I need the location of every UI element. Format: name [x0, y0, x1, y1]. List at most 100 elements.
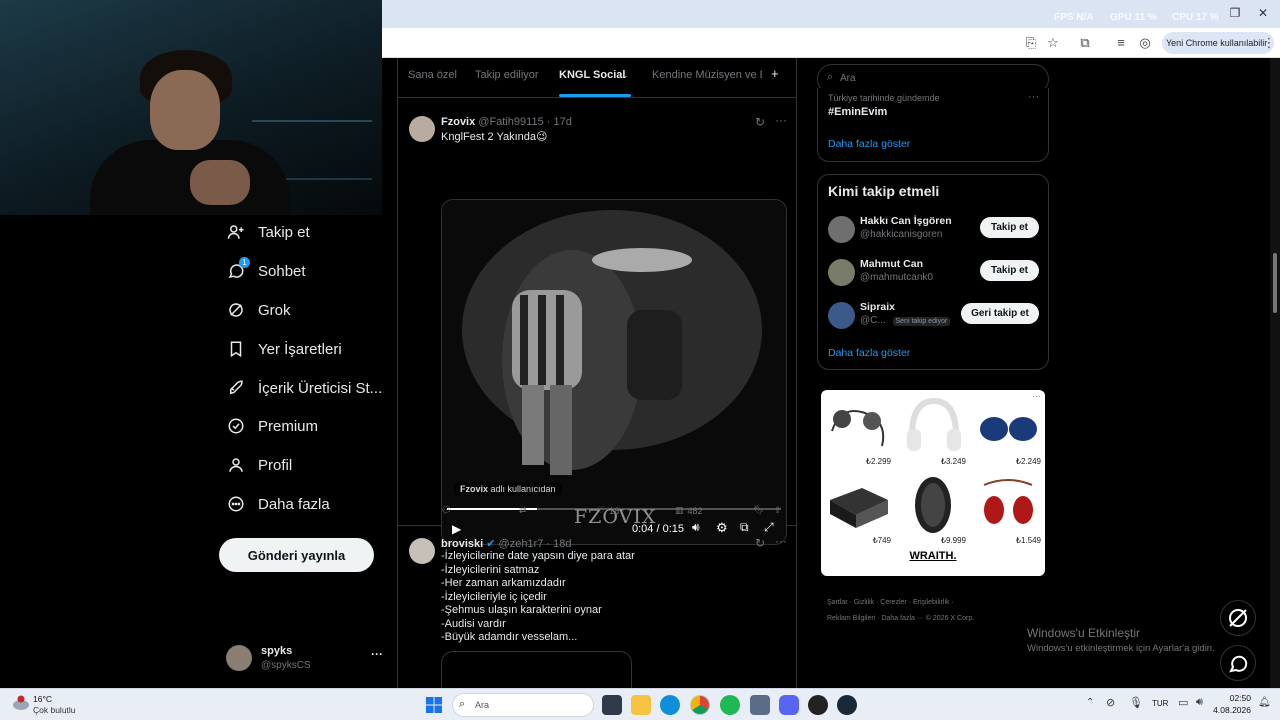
nav-item-creator-studio[interactable]: İçerik Üreticisi St...	[226, 373, 382, 403]
post-button[interactable]: Gönderi yayınla	[219, 538, 374, 572]
tab-musicians[interactable]: Kendine Müzisyen ve Ba	[652, 69, 762, 81]
language-indicator[interactable]: TUR	[1152, 699, 1168, 708]
clock-date[interactable]: 4.08.2026	[1205, 705, 1251, 715]
video-player[interactable]: Fzovix adlı kullanıcıdan FZOVIX ▶ 0:04 /…	[441, 199, 787, 545]
tab-following[interactable]: Takip ediliyor	[475, 69, 539, 81]
page-scrollbar[interactable]	[1270, 58, 1280, 688]
weather-desc[interactable]: Çok bulutlu	[33, 705, 76, 715]
messages-float-button[interactable]	[1220, 645, 1256, 681]
follow-back-button[interactable]: Geri takip et	[961, 303, 1039, 324]
post-text: KnglFest 2 Yakında😉	[441, 131, 548, 143]
monitor-icon[interactable]: ▭	[1178, 696, 1188, 709]
chrome-update-pill[interactable]: Yeni Chrome kullanılabilir	[1162, 32, 1274, 54]
weather-temp[interactable]: 16°C	[33, 694, 52, 704]
post-handle[interactable]: @zeh1r7	[499, 538, 544, 550]
post-media[interactable]	[441, 651, 632, 688]
post-author[interactable]: broviski	[441, 538, 483, 550]
post-author[interactable]: Fzovix	[441, 116, 475, 128]
search-placeholder[interactable]: Ara	[840, 73, 856, 84]
clock-time[interactable]: 02:50	[1215, 693, 1251, 703]
cast-icon[interactable]: ⎘	[1022, 34, 1040, 52]
extensions-icon[interactable]: ⧉	[1076, 34, 1094, 52]
suggestion-name[interactable]: Sipraix	[860, 301, 895, 313]
more-icon[interactable]: ···	[1028, 91, 1039, 103]
trend-tag[interactable]: #EminEvim	[828, 106, 887, 118]
more-icon[interactable]: ···	[1032, 391, 1041, 401]
taskbar-search[interactable]: ⌕ Ara	[452, 693, 594, 717]
chrome-menu-icon[interactable]: ⋮	[1260, 34, 1278, 52]
add-tab-icon[interactable]: +	[771, 66, 779, 81]
post[interactable]: Fzovix @Fatih99115 · 17d ↻ ··· KnglFest …	[398, 106, 796, 545]
tab-kngl-social[interactable]: KNGL Social	[559, 69, 625, 81]
task-view-icon[interactable]	[602, 695, 622, 715]
notification-icon[interactable]: 🔔︎	[1258, 697, 1271, 708]
star-icon[interactable]: ☆	[1044, 34, 1062, 52]
reply-button[interactable]: 💬︎	[441, 505, 452, 516]
tab-for-you[interactable]: Sana özel	[408, 69, 457, 81]
mic-icon[interactable]: 🎙︎	[1129, 696, 1143, 709]
account-switcher[interactable]: spyks @spyksCS ···	[226, 643, 386, 675]
nav-item-more[interactable]: Daha fazla	[226, 489, 330, 519]
grok-icon[interactable]: ↻	[755, 115, 765, 129]
spotify-icon[interactable]	[720, 695, 740, 715]
ad-product[interactable]: ₺1.549	[972, 470, 1045, 548]
settings-app-icon[interactable]	[750, 695, 770, 715]
suggestion-name[interactable]: Hakkı Can İşgören	[860, 215, 952, 227]
steam-icon[interactable]	[837, 695, 857, 715]
bookmark-button[interactable]: 🔖︎	[753, 505, 764, 516]
app-icon[interactable]	[808, 695, 828, 715]
nav-label-profile: Profil	[258, 456, 293, 474]
nav-item-bookmarks[interactable]: Yer İşaretleri	[226, 334, 342, 364]
post[interactable]: broviski ✔ @zeh1r7 · 18d ↻ ··· -İzleyici…	[398, 528, 796, 688]
ad-product[interactable]: ₺3.249	[897, 391, 970, 469]
post-time[interactable]: · 17d	[547, 116, 572, 128]
grok-float-button[interactable]	[1220, 600, 1256, 636]
more-icon[interactable]: ···	[775, 113, 787, 127]
ad-product[interactable]: ₺2.299	[822, 391, 895, 469]
nav-label-premium: Premium	[258, 417, 319, 435]
nav-item-grok[interactable]: Grok	[226, 295, 291, 325]
footer-links[interactable]: Şartlar · Gizlilik · Çerezler · Erişileb…	[827, 599, 954, 606]
like-button[interactable]: ♡ 18	[597, 505, 619, 516]
more-icon[interactable]: ···	[371, 647, 383, 661]
close-icon[interactable]: ✕	[1256, 6, 1270, 20]
network-icon[interactable]: ⊘	[1106, 696, 1115, 709]
weather-icon[interactable]	[12, 695, 30, 710]
ad-product[interactable]: ₺749	[822, 470, 895, 548]
post-handle[interactable]: @Fatih99115	[478, 116, 543, 128]
scrollbar-thumb[interactable]	[1273, 253, 1277, 313]
repost-button[interactable]: ⇄	[519, 505, 527, 516]
show-more-follow[interactable]: Daha fazla göster	[828, 347, 910, 359]
profile-icon[interactable]: ◎	[1136, 34, 1154, 52]
windows-start-icon[interactable]	[425, 696, 443, 714]
nav-item-chat[interactable]: 1 Sohbet	[226, 256, 306, 286]
nav-item-follow[interactable]: Takip et	[226, 217, 310, 247]
video-attribution[interactable]: Fzovix adlı kullanıcıdan	[454, 482, 562, 496]
views-button[interactable]: ▥ 482	[675, 505, 703, 516]
share-button[interactable]: ⇪	[774, 505, 782, 516]
reading-list-icon[interactable]: ≡	[1112, 34, 1130, 52]
ad-product[interactable]: ··· ₺2.249	[972, 391, 1045, 469]
avatar	[409, 116, 435, 142]
follow-button[interactable]: Takip et	[980, 260, 1039, 281]
ad-banner[interactable]: ₺2.299 ₺3.249 ··· ₺2.249 ₺749 ₺9.999 ₺1.…	[821, 390, 1045, 576]
more-icon[interactable]: ···	[775, 534, 787, 548]
who-to-follow-card: Kimi takip etmeli Hakkı Can İşgören @hak…	[817, 174, 1049, 370]
volume-icon[interactable]: 🔊︎	[1196, 696, 1203, 709]
post-time[interactable]: · 18d	[546, 538, 571, 550]
grok-icon[interactable]: ↻	[755, 536, 765, 550]
nav-item-premium[interactable]: Premium	[226, 411, 318, 441]
chrome-icon[interactable]	[690, 695, 710, 715]
edge-icon[interactable]	[660, 695, 680, 715]
follow-button[interactable]: Takip et	[980, 217, 1039, 238]
show-more-trends[interactable]: Daha fazla göster	[828, 138, 910, 150]
chevron-down-icon[interactable]: ⌄	[621, 70, 629, 81]
file-explorer-icon[interactable]	[631, 695, 651, 715]
suggestion-name[interactable]: Mahmut Can	[860, 258, 923, 270]
ad-product[interactable]: ₺9.999	[897, 470, 970, 548]
restore-icon[interactable]: ❐	[1228, 6, 1242, 20]
discord-icon[interactable]	[779, 695, 799, 715]
footer-links-2[interactable]: Reklam Bilgileri · Daha fazla ··· © 2026…	[827, 615, 974, 622]
nav-item-profile[interactable]: Profil	[226, 450, 292, 480]
chevron-up-icon[interactable]: ⌃	[1086, 697, 1094, 708]
